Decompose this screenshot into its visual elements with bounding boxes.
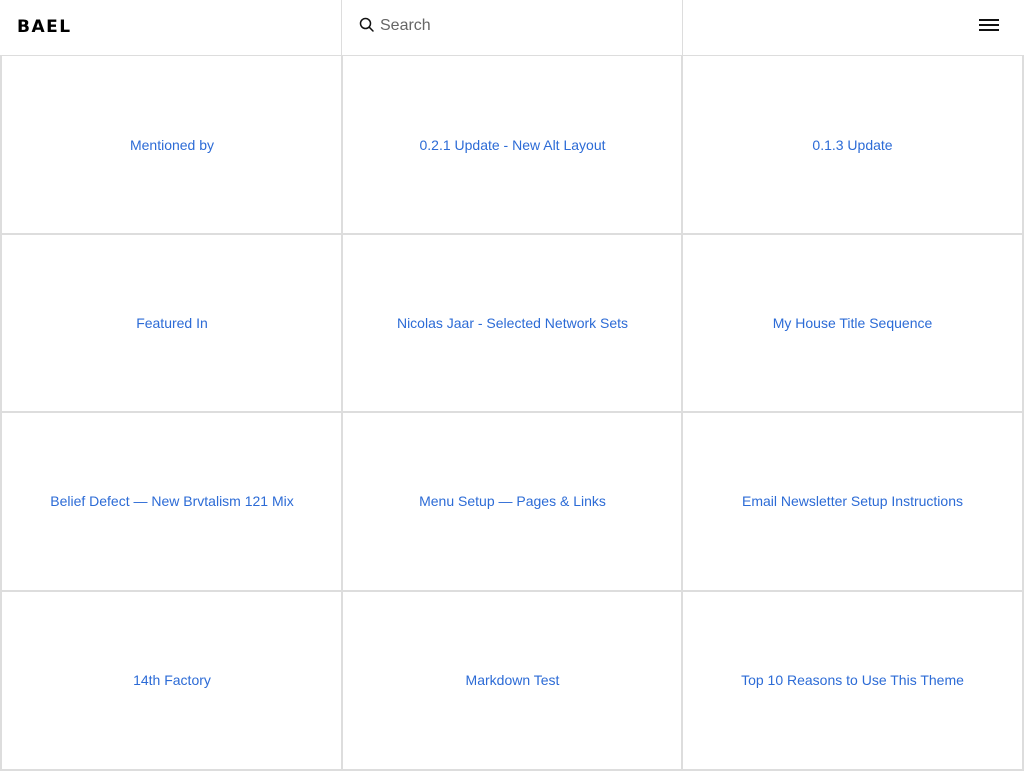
post-card[interactable]: Markdown Test — [341, 591, 682, 771]
post-card[interactable]: 14th Factory — [0, 591, 342, 771]
menu-line — [979, 24, 999, 26]
post-card[interactable]: Email Newsletter Setup Instructions — [681, 412, 1024, 592]
post-card[interactable]: My House Title Sequence — [681, 234, 1024, 413]
search-icon — [359, 17, 374, 32]
post-title-link[interactable]: Top 10 Reasons to Use This Theme — [731, 671, 974, 689]
post-title-link[interactable]: 0.1.3 Update — [802, 136, 902, 154]
post-title-link[interactable]: Nicolas Jaar - Selected Network Sets — [387, 314, 638, 332]
menu-line — [979, 29, 999, 31]
brand-cell: BAEL — [0, 0, 342, 55]
post-card[interactable]: 0.2.1 Update - New Alt Layout — [341, 56, 682, 235]
post-grid: Mentioned by 0.2.1 Update - New Alt Layou… — [0, 56, 1024, 771]
post-title-link[interactable]: Email Newsletter Setup Instructions — [732, 492, 973, 510]
hamburger-menu-icon[interactable] — [979, 17, 1001, 33]
post-card[interactable]: Mentioned by — [0, 56, 342, 235]
post-title-link[interactable]: My House Title Sequence — [763, 314, 943, 332]
post-card[interactable]: Belief Defect — New Brvtalism 121 Mix — [0, 412, 342, 592]
post-title-link[interactable]: 14th Factory — [123, 671, 221, 689]
search-bar — [342, 0, 683, 55]
site-logo[interactable]: BAEL — [17, 16, 72, 38]
post-card[interactable]: Nicolas Jaar - Selected Network Sets — [341, 234, 682, 413]
post-title-link[interactable]: Menu Setup — Pages & Links — [409, 492, 616, 510]
post-card[interactable]: Featured In — [0, 234, 342, 413]
site-header: BAEL — [0, 0, 1024, 56]
menu-line — [979, 19, 999, 21]
post-card[interactable]: Menu Setup — Pages & Links — [341, 412, 682, 592]
post-title-link[interactable]: Belief Defect — New Brvtalism 121 Mix — [40, 492, 304, 510]
post-title-link[interactable]: 0.2.1 Update - New Alt Layout — [410, 136, 616, 154]
post-card[interactable]: Top 10 Reasons to Use This Theme — [681, 591, 1024, 771]
post-title-link[interactable]: Markdown Test — [456, 671, 570, 689]
search-input[interactable] — [380, 14, 665, 38]
menu-cell — [683, 0, 1024, 55]
post-title-link[interactable]: Featured In — [126, 314, 218, 332]
post-title-link[interactable]: Mentioned by — [120, 136, 224, 154]
post-card[interactable]: 0.1.3 Update — [681, 56, 1024, 235]
